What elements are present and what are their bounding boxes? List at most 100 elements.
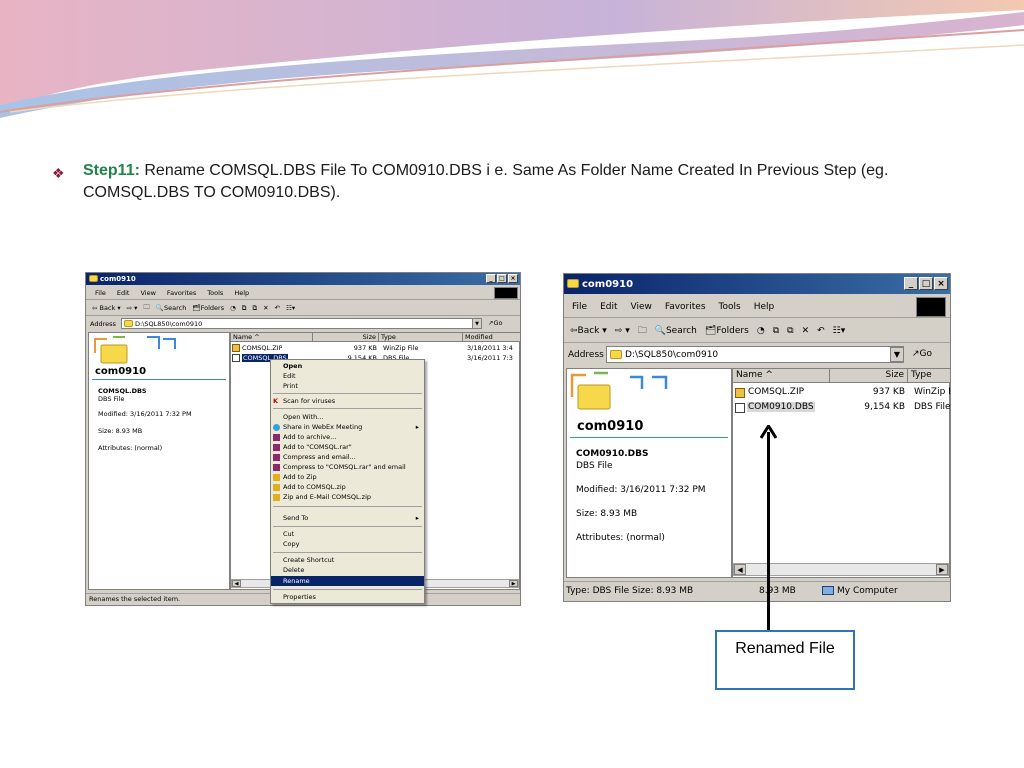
back-label: Back (577, 325, 600, 336)
menu-help[interactable]: Help (234, 289, 249, 297)
menu-item-rename[interactable]: Rename (271, 576, 424, 586)
webex-label: Share in WebEx Meeting (283, 423, 363, 431)
search-label: Search (164, 304, 187, 312)
right-window-titlebar[interactable]: com0910 _ □ × (564, 274, 950, 294)
column-type[interactable]: Type (908, 369, 950, 383)
column-size[interactable]: Size (830, 369, 908, 383)
menu-item-scan[interactable]: K Scan for viruses (271, 396, 424, 406)
forward-button[interactable]: ⇨ ▾ (127, 304, 138, 312)
forward-button[interactable]: ⇨ ▾ (615, 326, 630, 336)
menu-favorites[interactable]: Favorites (167, 289, 196, 297)
status-size: 8.93 MB (759, 586, 796, 596)
menu-help[interactable]: Help (754, 302, 775, 312)
menu-item-compress-rar-email[interactable]: Compress to "COMSQL.rar" and email (271, 462, 424, 472)
file-type: WinZip F (914, 387, 951, 397)
menu-item-copy[interactable]: Copy (271, 539, 424, 549)
delete-icon[interactable]: ✕ (263, 304, 268, 312)
close-button[interactable]: × (508, 274, 518, 283)
undo-icon[interactable]: ↶ (275, 304, 280, 312)
menu-item-add-comsql-zip[interactable]: Add to COMSQL.zip (271, 482, 424, 492)
up-folder-icon[interactable]: 🗀 (638, 323, 647, 339)
scroll-left-button[interactable]: ◀ (232, 580, 241, 587)
menu-item-open-with[interactable]: Open With... (271, 412, 424, 422)
maximize-button[interactable]: □ (497, 274, 507, 283)
status-location-label: My Computer (837, 586, 898, 596)
file-row[interactable]: COMSQL.ZIP 937 KB WinZip File 3/18/2011 … (231, 344, 520, 353)
column-modified[interactable]: Modified (463, 333, 520, 342)
copy-to-icon[interactable]: ⧉ (252, 304, 257, 313)
close-button[interactable]: × (934, 277, 948, 290)
history-icon[interactable]: ◔ (757, 326, 765, 336)
scan-label: Scan for viruses (283, 397, 336, 405)
menu-item-delete[interactable]: Delete (271, 565, 424, 575)
menu-item-zip-email[interactable]: Zip and E-Mail COMSQL.zip (271, 492, 424, 502)
menu-view[interactable]: View (631, 302, 652, 312)
column-name-label: Name (233, 333, 253, 341)
menu-item-add-archive[interactable]: Add to archive... (271, 432, 424, 442)
menu-file[interactable]: File (95, 289, 106, 297)
go-button[interactable]: ↗Go (912, 349, 932, 359)
minimize-button[interactable]: _ (904, 277, 918, 290)
menu-edit[interactable]: Edit (117, 289, 130, 297)
address-dropdown-button[interactable]: ▼ (472, 318, 482, 329)
address-input[interactable]: D:\SQL850\com0910 (606, 346, 904, 363)
menu-tools[interactable]: Tools (719, 302, 741, 312)
menu-view[interactable]: View (140, 289, 155, 297)
menu-item-add-zip[interactable]: Add to Zip (271, 472, 424, 482)
go-button[interactable]: ↗Go (488, 319, 502, 327)
menu-item-send-to[interactable]: Send To ▸ (271, 513, 424, 523)
undo-icon[interactable]: ↶ (817, 326, 825, 336)
scroll-right-button[interactable]: ▶ (509, 580, 518, 587)
file-row-renamed[interactable]: COM0910.DBS 9,154 KB DBS File (733, 402, 950, 415)
menu-tools[interactable]: Tools (207, 289, 223, 297)
copy-to-icon[interactable]: ⧉ (787, 326, 793, 336)
folder-graphic-icon (94, 336, 176, 364)
folders-button[interactable]: 🗂Folders (705, 326, 749, 336)
back-button[interactable]: ⇦Back ▾ (570, 326, 607, 336)
menu-item-create-shortcut[interactable]: Create Shortcut (271, 555, 424, 565)
menu-edit[interactable]: Edit (600, 302, 617, 312)
search-button[interactable]: 🔍Search (655, 326, 697, 336)
column-size[interactable]: Size (313, 333, 379, 342)
move-to-icon[interactable]: ⧉ (773, 326, 779, 336)
menu-item-compress-email[interactable]: Compress and email... (271, 452, 424, 462)
scroll-right-button[interactable]: ▶ (936, 564, 948, 575)
menu-item-add-rar[interactable]: Add to "COMSQL.rar" (271, 442, 424, 452)
file-row[interactable]: COMSQL.ZIP 937 KB WinZip F (733, 387, 951, 400)
step-text-block: Step11: Rename COMSQL.DBS File To COM091… (83, 160, 953, 204)
file-size: 9,154 KB (864, 402, 905, 412)
menu-favorites[interactable]: Favorites (665, 302, 706, 312)
minimize-button[interactable]: _ (486, 274, 496, 283)
menu-item-cut[interactable]: Cut (271, 529, 424, 539)
search-button[interactable]: 🔍Search (156, 304, 186, 312)
horizontal-scrollbar[interactable]: ◀ ▶ (733, 563, 949, 576)
maximize-button[interactable]: □ (919, 277, 933, 290)
scroll-left-button[interactable]: ◀ (734, 564, 746, 575)
menu-item-open[interactable]: Open (271, 361, 424, 371)
move-to-icon[interactable]: ⧉ (242, 304, 247, 313)
left-menubar: File Edit View Favorites Tools Help (86, 286, 520, 300)
step-description: Rename COMSQL.DBS File To COM0910.DBS i … (83, 162, 889, 201)
views-icon[interactable]: ☷▾ (286, 304, 295, 312)
go-label: Go (493, 319, 503, 327)
menu-item-webex[interactable]: Share in WebEx Meeting ▸ (271, 422, 424, 432)
history-icon[interactable]: ◔ (230, 304, 236, 312)
folders-button[interactable]: 🗂Folders (192, 304, 224, 312)
back-button[interactable]: ⇦ Back ▾ (92, 304, 121, 312)
address-input[interactable]: D:\SQL850\com0910 (121, 318, 481, 329)
column-type[interactable]: Type (379, 333, 463, 342)
menu-item-properties[interactable]: Properties (271, 592, 424, 602)
compress-rar-email-label: Compress to "COMSQL.rar" and email (283, 463, 406, 471)
column-name[interactable]: Name ^ (231, 333, 313, 342)
menu-file[interactable]: File (572, 302, 587, 312)
column-name[interactable]: Name ^ (733, 369, 830, 383)
address-dropdown-button[interactable]: ▼ (890, 347, 904, 362)
delete-icon[interactable]: ✕ (802, 326, 810, 336)
step-label: Step11: (83, 162, 140, 179)
menu-item-print[interactable]: Print (271, 381, 424, 391)
dbs-file-icon (232, 354, 240, 362)
views-icon[interactable]: ☷▾ (833, 326, 846, 336)
menu-item-edit[interactable]: Edit (271, 371, 424, 381)
left-window-titlebar[interactable]: com0910 _ □ × (86, 273, 520, 285)
up-folder-icon[interactable]: 🗀 (143, 303, 150, 314)
